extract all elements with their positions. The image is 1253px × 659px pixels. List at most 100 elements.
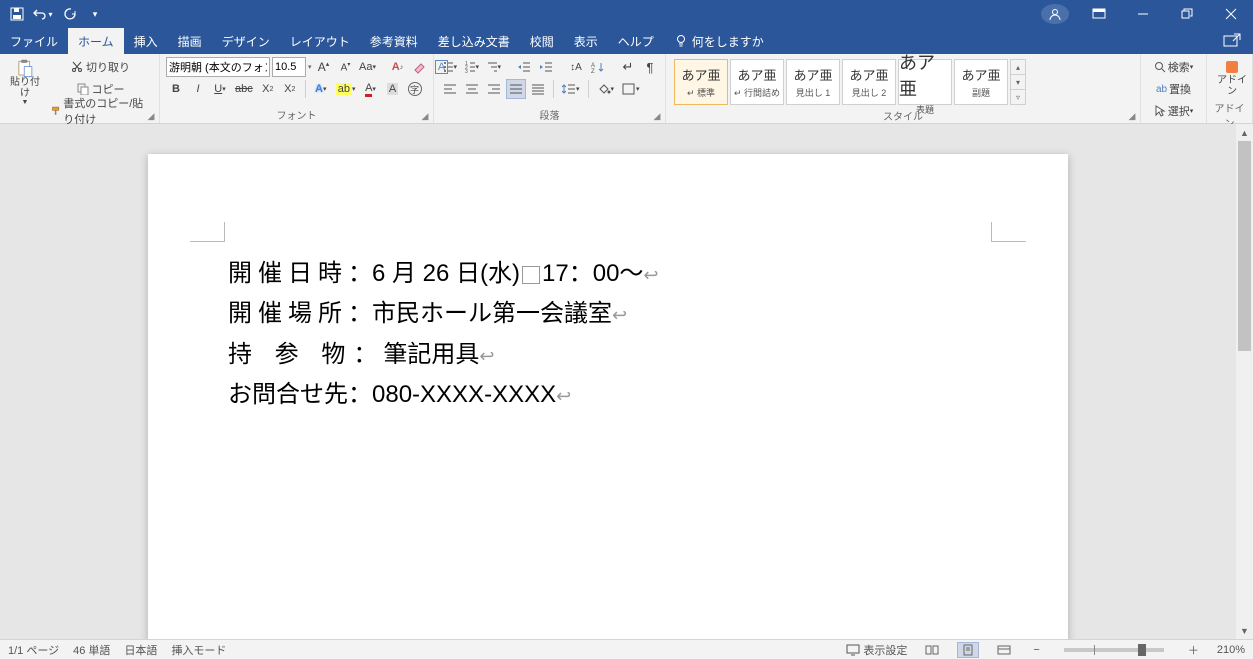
borders-button[interactable]: ▾ bbox=[619, 79, 643, 99]
select-button[interactable]: 選択▾ bbox=[1147, 101, 1200, 121]
tab-file[interactable]: ファイル bbox=[0, 28, 68, 54]
tab-review[interactable]: 校閲 bbox=[520, 28, 564, 54]
font-name-combo[interactable] bbox=[166, 57, 270, 77]
doc-line-3[interactable]: 持 参 物：筆記用具↩ bbox=[228, 335, 988, 375]
zoom-slider[interactable] bbox=[1064, 648, 1164, 652]
cut-button[interactable]: 切り取り bbox=[48, 57, 153, 77]
numbering-button[interactable]: 123▾ bbox=[462, 57, 482, 77]
display-settings-button[interactable]: 表示設定 bbox=[846, 642, 907, 658]
align-center-button[interactable] bbox=[462, 79, 482, 99]
status-language[interactable]: 日本語 bbox=[124, 642, 157, 658]
line-spacing-button[interactable]: ▾ bbox=[559, 79, 583, 99]
tab-design[interactable]: デザイン bbox=[212, 28, 280, 54]
paragraph-dialog-launcher[interactable]: ◢ bbox=[651, 110, 663, 122]
vertical-scrollbar[interactable]: ▲ ▼ bbox=[1236, 124, 1253, 639]
read-mode-button[interactable] bbox=[921, 642, 943, 658]
style-item-4[interactable]: あア亜表題 bbox=[898, 59, 952, 105]
tell-me-search[interactable]: 何をしますか bbox=[664, 28, 774, 54]
tab-home[interactable]: ホーム bbox=[68, 28, 124, 54]
increase-indent-button[interactable] bbox=[536, 57, 556, 77]
scroll-thumb[interactable] bbox=[1238, 141, 1251, 351]
format-painter-button[interactable]: 書式のコピー/貼り付け bbox=[48, 101, 153, 121]
align-left-button[interactable] bbox=[440, 79, 460, 99]
superscript-button[interactable]: X2 bbox=[280, 79, 300, 99]
shading-button[interactable]: ▾ bbox=[594, 79, 618, 99]
tab-mailings[interactable]: 差し込み文書 bbox=[428, 28, 520, 54]
scroll-track[interactable] bbox=[1236, 141, 1253, 622]
doc-line-1[interactable]: 開催日時：6 月 26 日(水)17：00～↩ bbox=[228, 254, 988, 294]
tab-layout[interactable]: レイアウト bbox=[280, 28, 360, 54]
underline-button[interactable]: U▾ bbox=[210, 79, 230, 99]
paste-button[interactable]: 貼り付け ▼ bbox=[6, 57, 44, 109]
tab-help[interactable]: ヘルプ bbox=[608, 28, 664, 54]
tab-view[interactable]: 表示 bbox=[564, 28, 608, 54]
account-icon[interactable] bbox=[1041, 4, 1069, 24]
text-direction-button[interactable]: ↕A bbox=[566, 57, 586, 77]
minimize-button[interactable] bbox=[1121, 0, 1165, 28]
tab-references[interactable]: 参考資料 bbox=[360, 28, 428, 54]
styles-more[interactable]: ▴ ▾ ▿ bbox=[1010, 59, 1026, 105]
status-words[interactable]: 46 単語 bbox=[73, 642, 110, 658]
document-area[interactable]: 開催日時：6 月 26 日(水)17：00～↩ 開催場所：市民ホール第一会議室↩… bbox=[0, 124, 1236, 639]
character-shading-button[interactable]: A bbox=[383, 79, 403, 99]
show-pilcrow-button[interactable]: ¶ bbox=[640, 57, 660, 77]
qat-customize[interactable]: ▾ bbox=[84, 3, 106, 25]
zoom-slider-knob[interactable] bbox=[1138, 644, 1146, 656]
addins-button[interactable]: アドイン bbox=[1213, 57, 1251, 99]
bold-button[interactable]: B bbox=[166, 79, 186, 99]
redo-button[interactable] bbox=[58, 3, 80, 25]
phonetic-guide-button[interactable]: A♪ bbox=[388, 57, 408, 77]
font-dialog-launcher[interactable]: ◢ bbox=[419, 110, 431, 122]
enclose-characters-button[interactable]: 字 bbox=[405, 79, 425, 99]
status-mode[interactable]: 挿入モード bbox=[171, 642, 226, 658]
ribbon-options-button[interactable] bbox=[1077, 0, 1121, 28]
scroll-down-button[interactable]: ▼ bbox=[1236, 622, 1253, 639]
zoom-in-button[interactable]: ＋ bbox=[1184, 642, 1203, 658]
close-button[interactable] bbox=[1209, 0, 1253, 28]
highlight-button[interactable]: ab▾ bbox=[333, 79, 359, 99]
replace-button[interactable]: ab置換 bbox=[1147, 79, 1200, 99]
grow-font-button[interactable]: A▴ bbox=[314, 57, 334, 77]
find-button[interactable]: 検索▾ bbox=[1147, 57, 1200, 77]
document-body[interactable]: 開催日時：6 月 26 日(水)17：00～↩ 開催場所：市民ホール第一会議室↩… bbox=[228, 254, 988, 415]
save-button[interactable] bbox=[6, 3, 28, 25]
show-marks-button[interactable]: ↵ bbox=[618, 57, 638, 77]
style-item-5[interactable]: あア亜副題 bbox=[954, 59, 1008, 105]
align-right-button[interactable] bbox=[484, 79, 504, 99]
bullets-button[interactable]: ▾ bbox=[440, 57, 460, 77]
style-item-2[interactable]: あア亜見出し 1 bbox=[786, 59, 840, 105]
tab-draw[interactable]: 描画 bbox=[168, 28, 212, 54]
scroll-up-button[interactable]: ▲ bbox=[1236, 124, 1253, 141]
style-item-1[interactable]: あア亜↵ 行間詰め bbox=[730, 59, 784, 105]
shrink-font-button[interactable]: A▾ bbox=[336, 57, 356, 77]
styles-row-down[interactable]: ▾ bbox=[1011, 75, 1025, 90]
subscript-button[interactable]: X2 bbox=[258, 79, 278, 99]
tab-insert[interactable]: 挿入 bbox=[124, 28, 168, 54]
styles-dialog-launcher[interactable]: ◢ bbox=[1126, 110, 1138, 122]
align-justify-button[interactable] bbox=[506, 79, 526, 99]
zoom-level[interactable]: 210% bbox=[1217, 644, 1245, 656]
italic-button[interactable]: I bbox=[188, 79, 208, 99]
styles-expand[interactable]: ▿ bbox=[1011, 90, 1025, 104]
doc-line-2[interactable]: 開催場所：市民ホール第一会議室↩ bbox=[228, 294, 988, 334]
decrease-indent-button[interactable] bbox=[514, 57, 534, 77]
text-effects-button[interactable]: A▾ bbox=[311, 79, 331, 99]
clear-formatting-button[interactable] bbox=[410, 57, 430, 77]
maximize-button[interactable] bbox=[1165, 0, 1209, 28]
distributed-button[interactable] bbox=[528, 79, 548, 99]
clipboard-dialog-launcher[interactable]: ◢ bbox=[145, 110, 157, 122]
style-item-3[interactable]: あア亜見出し 2 bbox=[842, 59, 896, 105]
doc-line-4[interactable]: お問合せ先：080-XXXX-XXXX↩ bbox=[228, 375, 988, 415]
share-button[interactable] bbox=[1223, 28, 1241, 54]
strikethrough-button[interactable]: abc bbox=[232, 79, 256, 99]
styles-row-up[interactable]: ▴ bbox=[1011, 60, 1025, 75]
change-case-button[interactable]: Aa▾ bbox=[358, 57, 378, 77]
status-page[interactable]: 1/1 ページ bbox=[8, 642, 59, 658]
print-layout-button[interactable] bbox=[957, 642, 979, 658]
style-item-0[interactable]: あア亜↵ 標準 bbox=[674, 59, 728, 105]
multilevel-list-button[interactable]: ▾ bbox=[484, 57, 504, 77]
sort-button[interactable]: AZ bbox=[588, 57, 608, 77]
zoom-out-button[interactable]: − bbox=[1029, 644, 1043, 656]
web-layout-button[interactable] bbox=[993, 642, 1015, 658]
font-size-combo[interactable] bbox=[272, 57, 306, 77]
